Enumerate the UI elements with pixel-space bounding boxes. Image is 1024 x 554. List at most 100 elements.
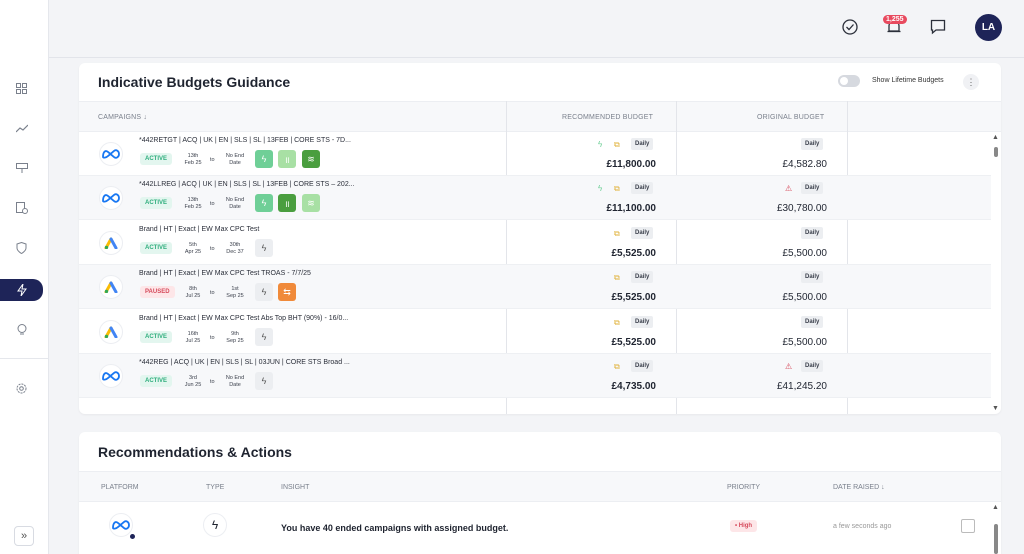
status-badge: ACTIVE bbox=[140, 242, 173, 254]
recommendations-scrollbar[interactable]: ▲ bbox=[991, 502, 1001, 554]
table-row[interactable]: ϟ You have 40 ended campaigns with assig… bbox=[79, 503, 991, 549]
end-date: No End Date bbox=[225, 197, 245, 210]
more-options-icon[interactable]: ⋮ bbox=[963, 74, 979, 90]
swap-arrows-icon[interactable]: ⇆ bbox=[278, 283, 296, 301]
pause-icon[interactable]: ॥ bbox=[278, 150, 296, 168]
lightning-icon[interactable]: ϟ bbox=[255, 372, 273, 390]
lightbulb-icon[interactable] bbox=[0, 320, 43, 340]
money-icon[interactable] bbox=[0, 158, 43, 178]
campaign-name[interactable]: Brand | HT | Exact | EW Max CPC Test TRO… bbox=[139, 270, 311, 277]
chat-bubble-icon[interactable] bbox=[928, 17, 948, 37]
status-badge: ACTIVE bbox=[140, 375, 173, 387]
col-date-raised[interactable]: DATE RAISED ↓ bbox=[833, 484, 885, 491]
budget-icon: ⧉ bbox=[614, 140, 620, 149]
table-row[interactable]: Brand | HT | Exact | EW Max CPC Test Abs… bbox=[79, 310, 991, 354]
start-date: 8th Jul 25 bbox=[185, 286, 201, 299]
wifi-icon[interactable]: ≋ bbox=[302, 194, 320, 212]
double-chevron-right-icon: » bbox=[20, 530, 28, 542]
table-row[interactable]: Brand | HT | Exact | EW Max CPC Test ACT… bbox=[79, 221, 991, 265]
lightning-icon[interactable]: ϟ bbox=[255, 239, 273, 257]
recommended-amount: £11,100.00 bbox=[606, 203, 657, 214]
col-insight: INSIGHT bbox=[281, 484, 310, 491]
lifetime-budgets-toggle[interactable] bbox=[838, 75, 860, 87]
rec-period: Daily bbox=[631, 316, 654, 328]
orig-period: Daily bbox=[801, 227, 824, 239]
insight-text: You have 40 ended campaigns with assigne… bbox=[281, 523, 509, 533]
budgets-title: Indicative Budgets Guidance bbox=[98, 74, 291, 90]
orig-period: Daily bbox=[801, 182, 824, 194]
original-amount: £30,780.00 bbox=[776, 203, 827, 214]
original-amount: £41,245.20 bbox=[776, 381, 827, 392]
end-date: 9th Sep 25 bbox=[226, 331, 244, 344]
budgets-scrollbar[interactable]: ▲ ▼ bbox=[991, 132, 1001, 414]
recommended-amount: £11,800.00 bbox=[606, 159, 657, 170]
lightning-icon[interactable]: ϟ bbox=[255, 194, 273, 212]
original-amount: £5,500.00 bbox=[782, 248, 828, 259]
lifetime-budgets-label: Show Lifetime Budgets bbox=[872, 77, 944, 84]
sidebar: » bbox=[0, 0, 49, 554]
lightning-icon[interactable]: ϟ bbox=[255, 150, 273, 168]
scroll-up-icon[interactable]: ▲ bbox=[992, 134, 999, 141]
wifi-icon[interactable]: ≋ bbox=[302, 150, 320, 168]
lightning-icon[interactable] bbox=[0, 279, 43, 301]
campaign-name[interactable]: *442REG | ACQ | UK | EN | SLS | SL | 03J… bbox=[139, 359, 350, 366]
rec-period: Daily bbox=[631, 271, 654, 283]
scroll-thumb[interactable] bbox=[994, 147, 998, 157]
date-raised: a few seconds ago bbox=[833, 523, 892, 530]
recommendations-card: Recommendations & Actions PLATFORM TYPE … bbox=[79, 432, 1001, 554]
lightning-icon[interactable]: ϟ bbox=[255, 328, 273, 346]
scroll-thumb[interactable] bbox=[994, 524, 998, 554]
priority-badge: • High bbox=[730, 520, 758, 532]
expand-sidebar-button[interactable]: » bbox=[14, 526, 34, 546]
campaign-name[interactable]: *442LLREG | ACQ | UK | EN | SLS | SL | 1… bbox=[139, 181, 355, 188]
table-row[interactable]: *442RETGT | ACQ | UK | EN | SLS | SL | 1… bbox=[79, 132, 991, 176]
meta-logo-icon bbox=[99, 186, 123, 210]
campaign-name[interactable]: Brand | HT | Exact | EW Max CPC Test Abs… bbox=[139, 315, 348, 322]
end-date: No End Date bbox=[225, 153, 245, 166]
col-priority: PRIORITY bbox=[727, 484, 761, 491]
status-badge: ACTIVE bbox=[140, 197, 173, 209]
budget-icon: ⧉ bbox=[614, 184, 620, 193]
scroll-down-icon[interactable]: ▼ bbox=[992, 405, 999, 412]
budget-icon: ⧉ bbox=[614, 273, 620, 282]
notification-count-badge: 1,255 bbox=[883, 15, 907, 24]
budgets-table-header: CAMPAIGNS ↓ RECOMMENDED BUDGET ORIGINAL … bbox=[79, 101, 1001, 132]
user-avatar[interactable]: LA bbox=[975, 14, 1002, 41]
lightning-icon: ϟ bbox=[598, 184, 603, 193]
budget-icon: ⧉ bbox=[614, 229, 620, 238]
tasks-check-icon[interactable] bbox=[840, 17, 860, 37]
recommendations-title: Recommendations & Actions bbox=[98, 444, 292, 460]
lightning-icon[interactable]: ϟ bbox=[255, 283, 273, 301]
table-row[interactable]: Brand | HT | Exact | EW Max CPC Test TRO… bbox=[79, 265, 991, 309]
col-campaigns[interactable]: CAMPAIGNS ↓ bbox=[98, 114, 147, 121]
original-amount: £4,582.80 bbox=[782, 159, 828, 170]
end-date: No End Date bbox=[225, 375, 245, 388]
status-dot bbox=[130, 534, 135, 539]
col-original: ORIGINAL BUDGET bbox=[757, 114, 825, 121]
settings-gear-icon[interactable] bbox=[0, 378, 43, 398]
pause-icon[interactable]: ॥ bbox=[278, 194, 296, 212]
google-ads-logo-icon bbox=[99, 231, 123, 255]
document-settings-icon[interactable] bbox=[0, 198, 43, 218]
status-badge: ACTIVE bbox=[140, 331, 173, 343]
recommended-amount: £5,525.00 bbox=[611, 248, 657, 259]
recommendations-table-header: PLATFORM TYPE INSIGHT PRIORITY DATE RAIS… bbox=[79, 471, 1001, 502]
dashboard-grid-icon[interactable] bbox=[0, 78, 43, 98]
start-date: 13th Feb 25 bbox=[184, 153, 202, 166]
campaign-name[interactable]: Brand | HT | Exact | EW Max CPC Test bbox=[139, 226, 259, 233]
sidebar-divider bbox=[0, 358, 48, 359]
rec-period: Daily bbox=[631, 227, 654, 239]
status-badge: PAUSED bbox=[140, 286, 175, 298]
campaign-name[interactable]: *442RETGT | ACQ | UK | EN | SLS | SL | 1… bbox=[139, 137, 351, 144]
end-date: 30th Dec 37 bbox=[226, 242, 244, 255]
google-ads-logo-icon bbox=[99, 275, 123, 299]
scroll-up-icon[interactable]: ▲ bbox=[992, 504, 999, 511]
budget-icon: ⧉ bbox=[614, 362, 620, 371]
shield-icon[interactable] bbox=[0, 238, 43, 258]
orig-period: Daily bbox=[801, 271, 824, 283]
table-row[interactable]: *442REG | ACQ | UK | EN | SLS | SL | 03J… bbox=[79, 354, 991, 398]
original-amount: £5,500.00 bbox=[782, 292, 828, 303]
table-row[interactable]: *442LLREG | ACQ | UK | EN | SLS | SL | 1… bbox=[79, 176, 991, 220]
trend-chart-icon[interactable] bbox=[0, 118, 43, 138]
row-checkbox[interactable] bbox=[961, 519, 975, 533]
